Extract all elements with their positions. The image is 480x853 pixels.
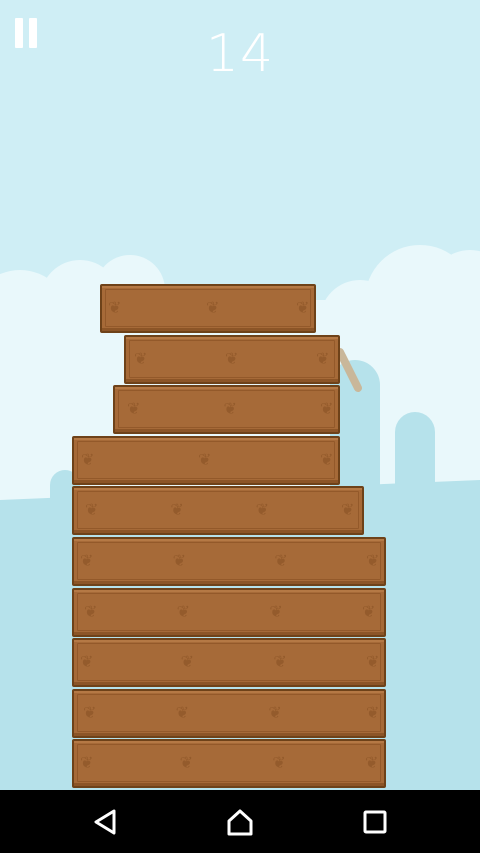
wood-knot: ❦ (127, 399, 141, 418)
wood-knot: ❦ (198, 450, 212, 469)
wood-knot: ❦ (176, 602, 191, 621)
wood-knot: ❦ (362, 602, 376, 621)
wood-knot: ❦ (83, 703, 97, 722)
wood-knot: ❦ (108, 298, 122, 317)
wood-knot: ❦ (366, 652, 380, 671)
wood-knot: ❦ (320, 399, 334, 418)
wood-knot: ❦ (341, 500, 355, 519)
wood-knot: ❦ (268, 703, 282, 722)
android-navigation-bar (0, 790, 480, 853)
wood-knot: ❦ (175, 703, 190, 722)
wood-knot: ❦ (296, 298, 310, 317)
back-icon[interactable] (90, 807, 120, 837)
wood-knot: ❦ (269, 602, 283, 621)
wood-knot: ❦ (366, 703, 380, 722)
tower-block: ❦ ❦ ❦ ❦ (72, 638, 386, 687)
wood-knot: ❦ (80, 551, 94, 570)
tower-block: ❦ ❦ ❦ ❦ (72, 588, 386, 637)
tower-block: ❦ ❦ ❦ ❦ (72, 537, 386, 586)
wood-knot: ❦ (365, 753, 379, 772)
wood-knot: ❦ (273, 652, 287, 671)
wood-knot: ❦ (170, 500, 184, 519)
wood-knot: ❦ (320, 450, 334, 469)
wood-knot: ❦ (85, 500, 99, 519)
wood-knot: ❦ (272, 753, 286, 772)
wood-knot: ❦ (316, 349, 330, 368)
wood-knot: ❦ (180, 652, 195, 671)
tower-block: ❦ ❦ ❦ ❦ (72, 689, 386, 738)
wood-knot: ❦ (84, 602, 98, 621)
tower-block: ❦ ❦ ❦ (100, 284, 316, 333)
wood-knot: ❦ (80, 753, 94, 772)
game-screen[interactable]: ❦ ❦ ❦ ❦ ❦ ❦ ❦ ❦ ❦ ❦ ❦ ❦ ❦ ❦ ❦ ❦ ❦ ❦ ❦ ❦ ❦ ❦ ❦ ❦ ❦ ❦ ❦ ❦ ❦ ❦ ❦ ❦ ❦ ❦ ❦ ❦ 14 (0, 0, 480, 790)
wood-knot: ❦ (206, 298, 220, 317)
tower-block: ❦ ❦ ❦ (72, 436, 340, 485)
wood-knot: ❦ (274, 551, 288, 570)
wood-knot: ❦ (172, 551, 187, 570)
tower-block: ❦ ❦ ❦ ❦ (72, 739, 386, 788)
wood-knot: ❦ (134, 349, 148, 368)
wood-knot: ❦ (223, 399, 237, 418)
wood-knot: ❦ (179, 753, 194, 772)
tower-block: ❦ ❦ ❦ ❦ (72, 486, 364, 535)
wood-knot: ❦ (366, 551, 380, 570)
wood-knot: ❦ (80, 652, 94, 671)
score-counter: 14 (205, 24, 275, 84)
wood-knot: ❦ (225, 349, 239, 368)
recents-icon[interactable] (360, 807, 390, 837)
home-icon[interactable] (225, 807, 255, 837)
wood-knot: ❦ (81, 450, 95, 469)
tower-block: ❦ ❦ ❦ (113, 385, 340, 434)
wood-knot: ❦ (255, 500, 270, 519)
tower-block: ❦ ❦ ❦ (124, 335, 340, 384)
